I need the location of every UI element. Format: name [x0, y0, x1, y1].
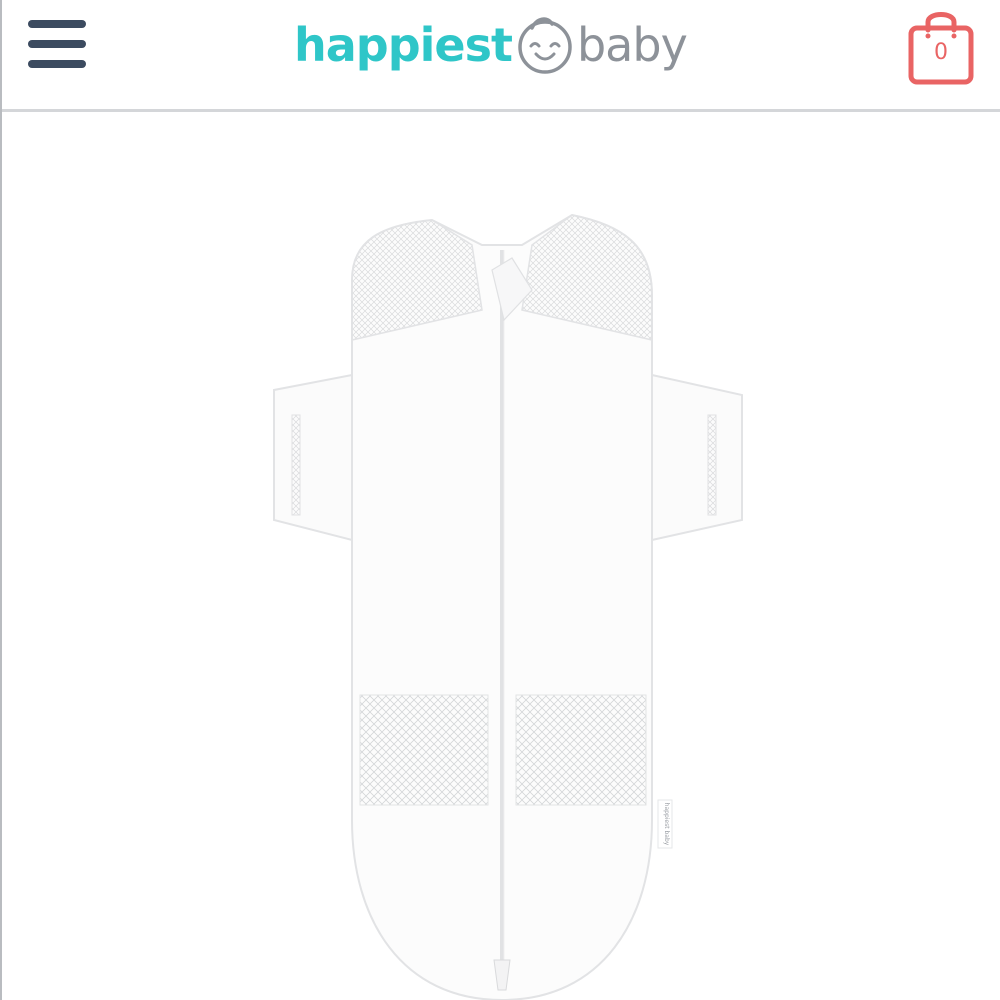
svg-text:happiest baby: happiest baby	[663, 803, 670, 846]
right-wing	[651, 373, 743, 542]
sleep-sack-illustration: happiest baby	[273, 213, 743, 1000]
brand-logo[interactable]: happiest baby	[294, 10, 714, 80]
logo-text-baby: baby	[576, 18, 688, 72]
left-wing	[273, 373, 353, 542]
brand-tag: happiest baby	[657, 799, 673, 849]
menu-button[interactable]	[28, 16, 90, 72]
smiling-baby-face-icon	[518, 17, 572, 74]
product-image[interactable]: happiest baby	[242, 200, 762, 1000]
cart-button[interactable]: 0	[906, 6, 976, 86]
site-header: happiest baby 0	[2, 0, 1000, 112]
logo-text-happiest: happiest	[294, 18, 513, 72]
cart-count: 0	[934, 40, 948, 65]
product-page: happiest baby 0 happiest baby	[0, 0, 1000, 1000]
